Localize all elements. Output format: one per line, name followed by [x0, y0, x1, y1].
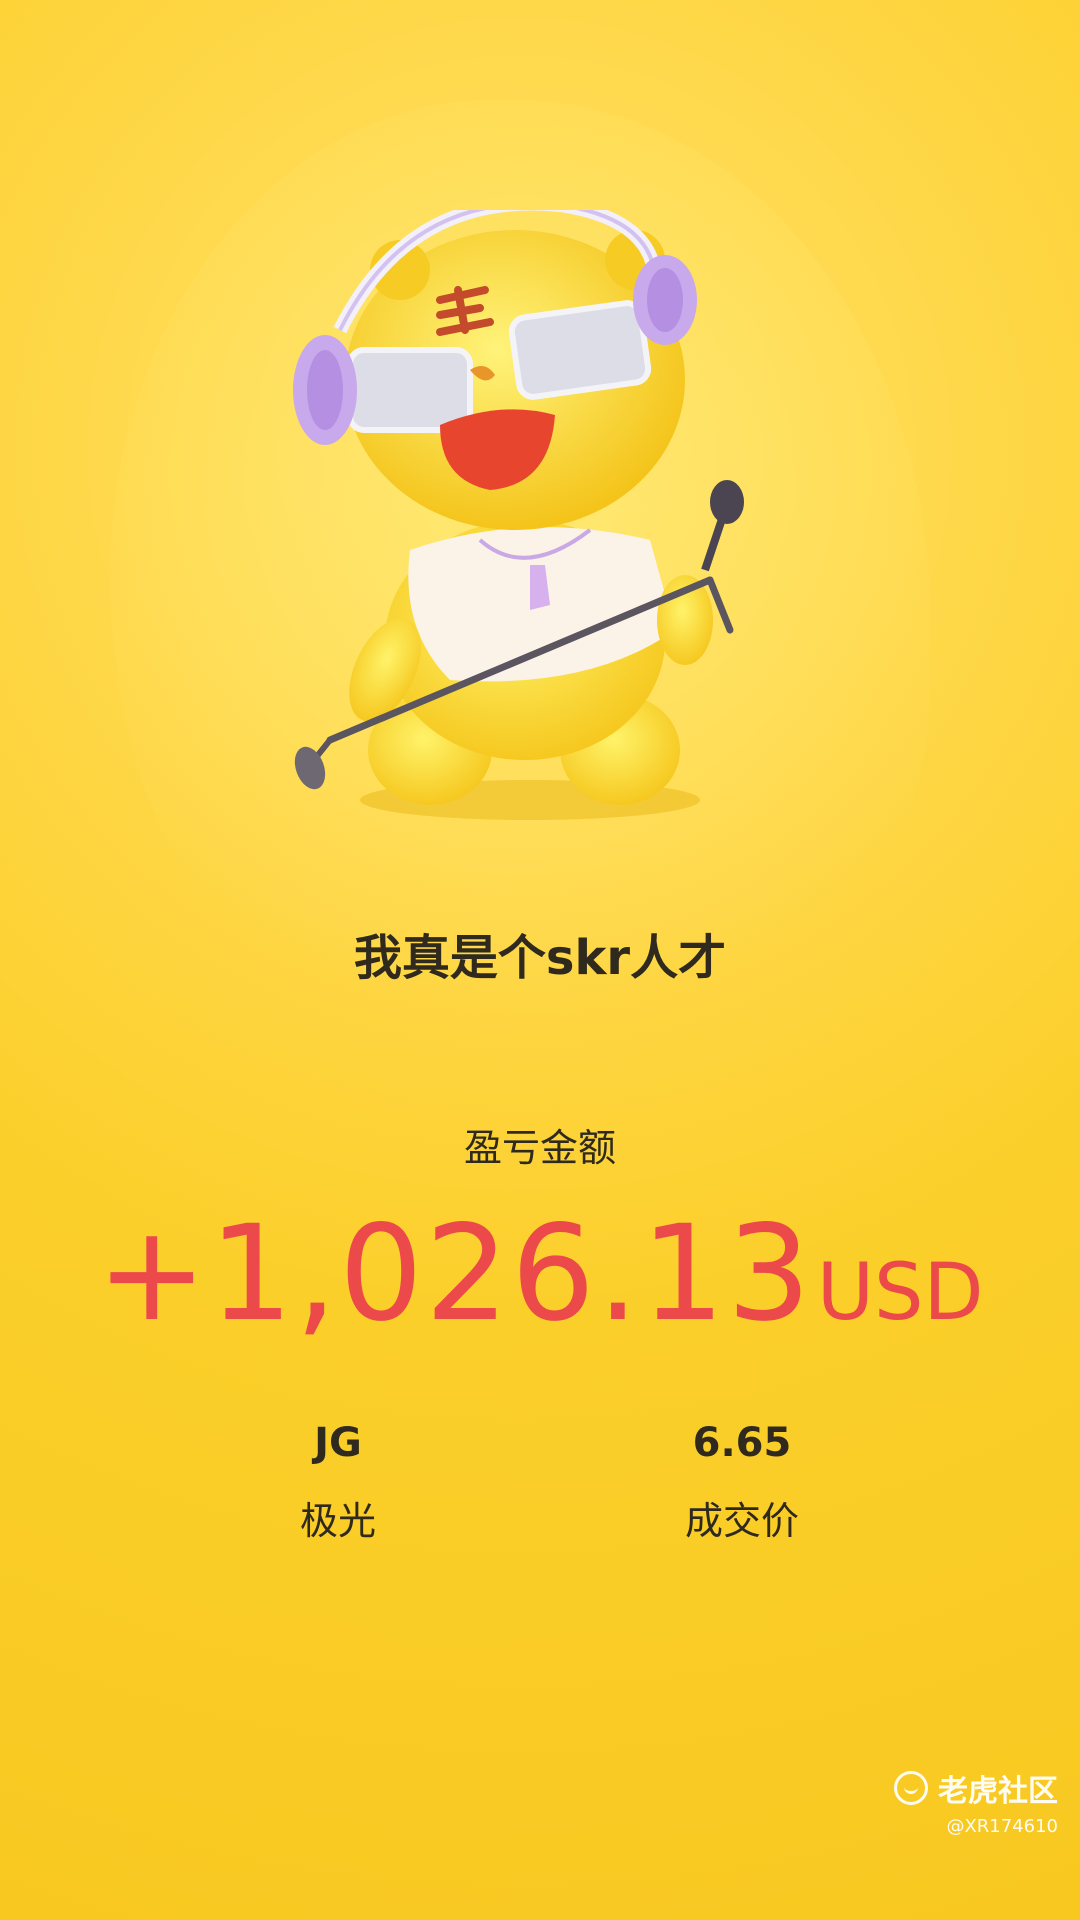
stat-price-caption: 成交价	[684, 1499, 799, 1543]
pnl-currency: USD	[816, 1248, 984, 1338]
watermark-user: @XR174610	[946, 1816, 1058, 1837]
pnl-amount: +1,026.13USD	[0, 1208, 1080, 1340]
stat-symbol-value: JG	[314, 1420, 362, 1466]
stat-price: 6.65 成交价	[592, 1420, 892, 1545]
tiger-community-logo-icon	[894, 1771, 928, 1805]
pnl-amount-value: +1,026.13	[96, 1197, 813, 1351]
watermark: 老虎社区 @XR174610	[894, 1766, 1058, 1837]
watermark-brand: 老虎社区	[894, 1766, 1058, 1810]
pnl-label: 盈亏金额	[463, 1126, 616, 1170]
page-title: 我真是个skr人才	[353, 930, 727, 986]
trade-stats: JG 极光 6.65 成交价	[0, 1420, 1080, 1550]
watermark-brand-text: 老虎社区	[938, 1774, 1058, 1809]
stat-symbol-caption: 极光	[299, 1499, 376, 1543]
stat-price-value: 6.65	[692, 1420, 792, 1466]
stat-symbol: JG 极光	[188, 1420, 488, 1545]
tiger-mascot-illustration	[293, 210, 744, 820]
